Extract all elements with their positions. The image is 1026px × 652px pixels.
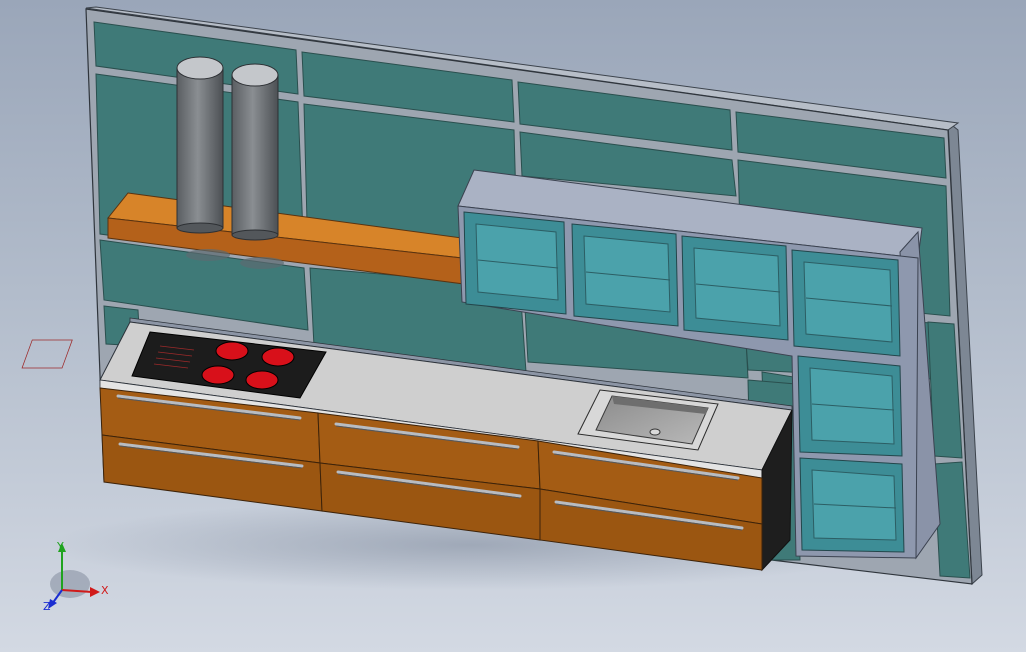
triad-sphere — [50, 570, 90, 598]
canister-shadow — [240, 257, 284, 269]
glass-cube-cell — [681, 235, 789, 341]
graphics-viewport[interactable]: Y X Z — [0, 0, 1026, 652]
canister-left[interactable] — [176, 56, 224, 234]
burner-back-left — [215, 341, 249, 361]
burner-front-right — [245, 370, 279, 390]
canister-right[interactable] — [231, 63, 279, 241]
glass-cube-cell — [799, 457, 905, 553]
triad-y-label: Y — [56, 540, 64, 553]
sink-drain — [649, 428, 661, 436]
burner-back-right — [261, 347, 295, 367]
glass-cube-cell — [791, 249, 901, 357]
glass-cube-cell — [571, 223, 679, 327]
glass-cube-cell — [463, 211, 567, 315]
triad-z-label: Z — [43, 600, 51, 613]
triad-x-arrow — [90, 587, 100, 597]
burner-front-left — [201, 365, 235, 385]
glass-cube-cell — [797, 355, 903, 457]
triad-x-label: X — [101, 584, 109, 597]
canister-shadow — [186, 249, 230, 261]
kitchen-3d-model[interactable]: Y X Z — [0, 0, 1026, 652]
